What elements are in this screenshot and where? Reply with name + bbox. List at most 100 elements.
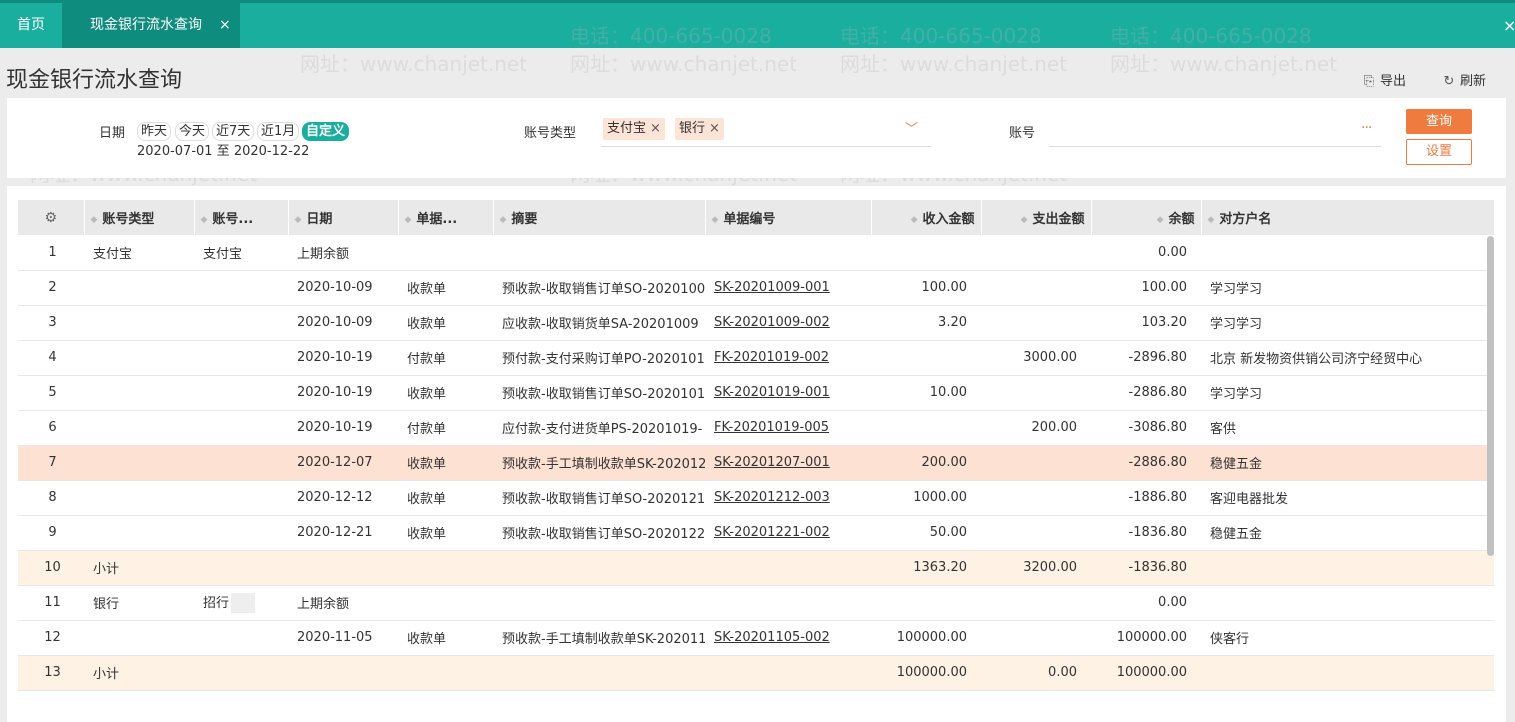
vertical-scrollbar[interactable] [1487, 236, 1494, 556]
date-chip-today[interactable]: 今天 [175, 122, 210, 141]
date-chip-yesterday[interactable]: 昨天 [137, 122, 172, 141]
table-row[interactable]: 9 2020-12-21 收款单 预收款-收取销售订单SO-20201221 SK-20… [18, 515, 1494, 551]
cell-in [871, 235, 981, 271]
cell-no: SK-20201212-003 [705, 480, 871, 516]
cell-text: 支付宝 [203, 246, 243, 262]
table-row[interactable]: 2 2020-10-09 收款单 预收款-收取销售订单SO-20201009 SK-20… [18, 270, 1494, 306]
cell-text: 收款单 [407, 492, 447, 507]
cell-acct [194, 480, 288, 516]
cell-text: 100.00 [921, 280, 968, 295]
cell-bal: 100000.00 [1091, 620, 1201, 656]
table-row[interactable]: 4 2020-10-19 付款单 预付款-支付采购订单PO-20201019 FK-20… [18, 340, 1494, 376]
column-header[interactable]: ◆ 支出金额 [981, 200, 1092, 235]
table-row[interactable]: 3 2020-10-09 收款单 应收款-收取销货单SA-20201009 SK-202… [18, 305, 1494, 341]
document-number-link[interactable]: FK-20201019-002 [714, 350, 829, 365]
table-row[interactable]: 1 支付宝 支付宝 上期余额 0.00 [18, 235, 1494, 271]
table-row[interactable]: 10 小计 1363.20 3200.00 -1836.80 [18, 550, 1494, 586]
cell-text: -2886.80 [1128, 455, 1187, 470]
cell-out [981, 270, 1091, 306]
cell-date: 2020-10-09 [288, 305, 398, 341]
column-header[interactable]: ◆ 摘要 [493, 200, 706, 235]
date-chip-7days[interactable]: 近7天 [212, 122, 255, 141]
table-row[interactable]: 5 2020-10-19 收款单 预收款-收取销售订单SO-20201019 SK-20… [18, 375, 1494, 411]
cell-memo: 预付款-支付采购订单PO-20201019 [493, 340, 705, 376]
column-header[interactable]: ◆ 账号类型 [84, 200, 195, 235]
column-header[interactable]: ◆ 收入金额 [871, 200, 982, 235]
document-number-link[interactable]: SK-20201207-001 [714, 455, 830, 470]
table-row[interactable]: 8 2020-12-12 收款单 预收款-收取销售订单SO-20201212 SK-20… [18, 480, 1494, 516]
column-header[interactable]: ◆ 单据编号 [705, 200, 872, 235]
cell-in: 50.00 [871, 515, 981, 551]
document-number-link[interactable]: SK-20201105-002 [714, 630, 830, 645]
sort-icon: ◆ [1156, 214, 1164, 225]
cell-text: 2020-10-19 [297, 385, 373, 400]
account-type-select[interactable] [601, 146, 931, 147]
document-number-link[interactable]: FK-20201019-005 [714, 420, 829, 435]
close-tab-icon[interactable]: × [219, 3, 231, 48]
cell-type: 银行 [84, 585, 194, 621]
account-input[interactable] [1049, 146, 1381, 147]
row-index: 3 [18, 305, 84, 341]
cell-type [84, 620, 194, 656]
cell-in: 100.00 [871, 270, 981, 306]
gear-icon[interactable]: ⚙ [24, 210, 78, 226]
cell-doc: 收款单 [398, 305, 493, 341]
cell-text: -3086.80 [1128, 420, 1187, 435]
column-header[interactable]: ◆ 单据... [398, 200, 494, 235]
table-row[interactable]: 6 2020-10-19 付款单 应付款-支付进货单PS-20201019- FK-20… [18, 410, 1494, 446]
sort-icon: ◆ [294, 214, 302, 225]
document-number-link[interactable]: SK-20201009-002 [714, 315, 830, 330]
account-type-tag-alipay[interactable]: 支付宝 × [603, 118, 665, 140]
cell-no [705, 235, 871, 271]
query-button[interactable]: 查询 [1406, 109, 1472, 134]
cell-text: 客迎电器批发 [1210, 492, 1289, 507]
column-header[interactable]: ◆ 日期 [288, 200, 399, 235]
cell-memo [493, 550, 705, 586]
remove-tag-icon[interactable]: × [709, 121, 720, 136]
cell-text: 收款单 [407, 527, 447, 542]
chevron-down-icon[interactable]: ﹀ [905, 118, 918, 137]
cell-out [981, 305, 1091, 341]
column-settings[interactable]: ⚙ [18, 200, 85, 235]
document-number-link[interactable]: SK-20201212-003 [714, 490, 830, 505]
cell-in [871, 410, 981, 446]
table-row[interactable]: 12 2020-11-05 收款单 预收款-手工填制收款单SK-20201105 SK-… [18, 620, 1494, 656]
date-chip-1month[interactable]: 近1月 [257, 122, 300, 141]
refresh-button[interactable]: ↻ 刷新 [1442, 70, 1486, 89]
cell-text: -1836.80 [1128, 560, 1187, 575]
cell-date: 2020-10-19 [288, 340, 398, 376]
row-index: 5 [18, 375, 84, 411]
date-range-text[interactable]: 2020-07-01 至 2020-12-22 [137, 140, 309, 159]
date-chip-custom[interactable]: 自定义 [302, 122, 350, 141]
cell-acct: 支付宝 [194, 235, 288, 271]
document-number-link[interactable]: SK-20201221-002 [714, 525, 830, 540]
cell-party: 学习学习 [1201, 375, 1494, 411]
table-row[interactable]: 7 2020-12-07 收款单 预收款-手工填制收款单SK-20201207 SK-2… [18, 445, 1494, 481]
filter-panel: 日期 昨天 今天 近7天 近1月 自定义 2020-07-01 至 2020-1… [7, 98, 1506, 178]
column-label: 余额 [1168, 212, 1195, 227]
cell-text: 学习学习 [1210, 387, 1263, 402]
cell-party [1201, 655, 1494, 691]
cell-text: 0.00 [1158, 244, 1187, 260]
more-icon[interactable]: ··· [1361, 120, 1372, 136]
tab-home[interactable]: 首页 [0, 3, 62, 48]
setting-button[interactable]: 设置 [1406, 139, 1472, 165]
close-window-icon[interactable]: × [1503, 3, 1515, 48]
remove-tag-icon[interactable]: × [650, 121, 661, 136]
page-title: 现金银行流水查询 [6, 68, 183, 93]
table-row[interactable]: 11 银行 招行 上期余额 0.00 [18, 585, 1494, 621]
cell-doc: 付款单 [398, 410, 493, 446]
account-type-tag-bank[interactable]: 银行 × [675, 118, 724, 140]
cell-acct [194, 305, 288, 341]
sort-icon: ◆ [499, 214, 507, 225]
column-header[interactable]: ◆ 对方户名 [1201, 200, 1495, 235]
export-button[interactable]: ⎘ 导出 [1362, 70, 1406, 89]
tab-cash-bank-flow[interactable]: 现金银行流水查询 × [62, 3, 240, 48]
table-row[interactable]: 13 小计 100000.00 0.00 100000.00 [18, 655, 1494, 691]
document-number-link[interactable]: SK-20201019-001 [714, 385, 830, 400]
cell-bal: 100.00 [1091, 270, 1201, 306]
column-header[interactable]: ◆ 余额 [1091, 200, 1202, 235]
document-number-link[interactable]: SK-20201009-001 [714, 280, 830, 295]
cell-text: 100000.00 [896, 630, 967, 645]
column-header[interactable]: ◆ 账号... [194, 200, 289, 235]
